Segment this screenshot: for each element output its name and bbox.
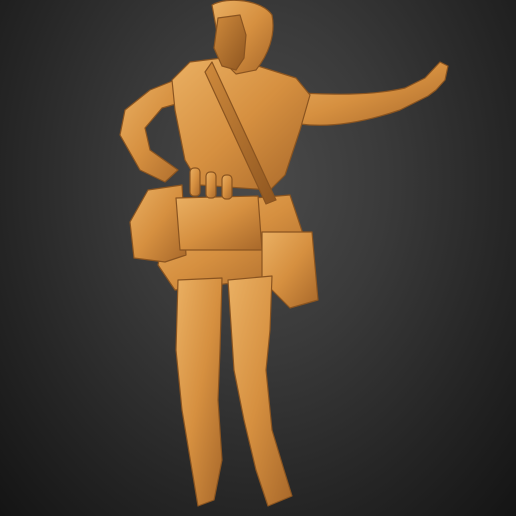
right-leg <box>227 275 293 507</box>
sculpted-figure-model <box>119 0 449 507</box>
front-pouch <box>175 195 263 251</box>
sculpt-viewport[interactable] <box>0 0 516 516</box>
left-leg <box>175 277 223 507</box>
